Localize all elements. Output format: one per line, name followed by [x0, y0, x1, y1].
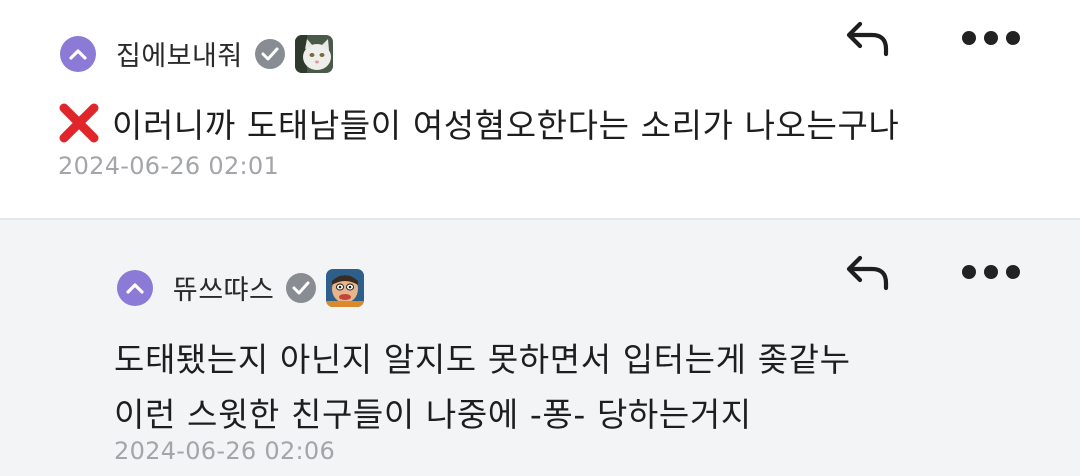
- more-options-button[interactable]: [958, 20, 1024, 56]
- comment-text-line: 이런 스윗한 친구들이 나중에 -퐁- 당하는거지: [114, 395, 752, 434]
- level-badge-icon: [60, 35, 96, 72]
- more-options-button[interactable]: [958, 254, 1024, 290]
- more-dots-icon: [962, 31, 1020, 45]
- level-badge-icon: [117, 269, 153, 306]
- comment-timestamp: 2024-06-26 02:01: [58, 152, 280, 180]
- comment-text: 이러니까 도태남들이 여성혐오한다는 소리가 나오는구나: [112, 106, 900, 145]
- comment-timestamp: 2024-06-26 02:06: [114, 437, 336, 465]
- reply-button[interactable]: [842, 248, 894, 296]
- comment-item: 집에보내줘 이러니까 도태남들이 여성혐오한다는 소리가 나오는구나 2024-…: [0, 0, 1080, 218]
- reply-button[interactable]: [842, 14, 894, 62]
- username[interactable]: 집에보내줘: [116, 34, 243, 73]
- reply-arrow-icon: [846, 255, 889, 291]
- comment-header: 뜌쓰땨스: [117, 268, 365, 307]
- more-dots-icon: [962, 265, 1020, 279]
- comment-body: 이러니까 도태남들이 여성혐오한다는 소리가 나오는구나: [58, 99, 899, 147]
- username[interactable]: 뜌쓰땨스: [173, 268, 274, 307]
- red-x-icon: [59, 103, 99, 143]
- verified-check-icon: [254, 38, 285, 69]
- reply-arrow-icon: [846, 21, 889, 57]
- comment-text-line: 도태됐는지 아닌지 알지도 못하면서 입터는게 좆같누: [114, 340, 851, 379]
- comment-header: 집에보내줘: [60, 34, 333, 73]
- white-cat-avatar[interactable]: [294, 34, 333, 73]
- verified-check-icon: [286, 272, 317, 303]
- cartoon-face-avatar[interactable]: [326, 268, 365, 307]
